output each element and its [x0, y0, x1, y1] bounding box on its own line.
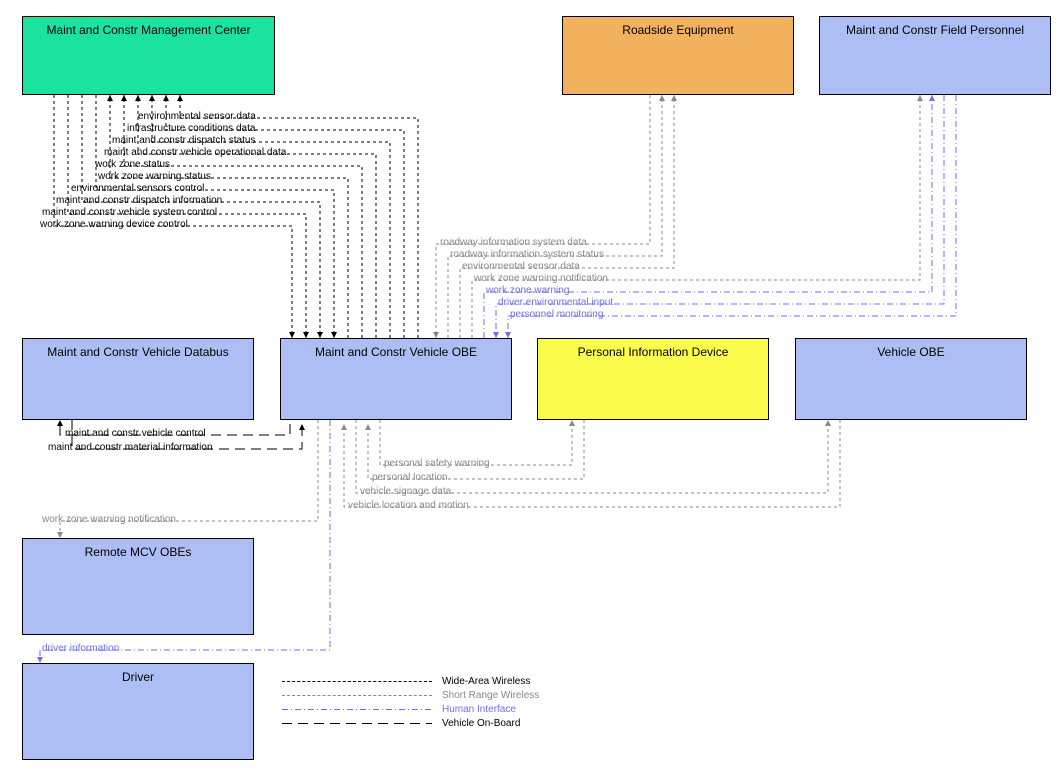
- legend-label: Wide-Area Wireless: [442, 676, 530, 687]
- flow-wz-warn-status: work zone warning status: [98, 172, 211, 182]
- box-remote-mcv[interactable]: Remote MCV OBEs: [22, 538, 254, 635]
- legend-short: Short Range Wireless: [282, 690, 539, 701]
- box-mcv-obe[interactable]: Maint and Constr Vehicle OBE: [280, 338, 512, 420]
- box-label: Maint and Constr Field Personnel: [846, 23, 1024, 37]
- legend-human: Human Interface: [282, 704, 516, 715]
- box-label: Remote MCV OBEs: [85, 545, 192, 559]
- flow-env-sensor-data2: environmental sensor data: [462, 262, 580, 272]
- flow-safety-warn: personal safety warning: [384, 459, 490, 469]
- flow-env-sensor-ctrl: environmental sensors control: [71, 184, 204, 194]
- box-vehicle-obe[interactable]: Vehicle OBE: [795, 338, 1027, 420]
- box-label: Maint and Constr Vehicle OBE: [315, 345, 477, 359]
- box-label: Maint and Constr Vehicle Databus: [47, 345, 228, 359]
- box-roadside[interactable]: Roadside Equipment: [562, 16, 794, 95]
- flow-dispatch-info: maint and constr dispatch information: [56, 196, 222, 206]
- flow-personnel-mon: personnel monitoring: [510, 310, 603, 320]
- flow-ris-data: roadway information system data: [440, 238, 587, 248]
- flow-veh-loc-motion: vehicle location and motion: [348, 501, 469, 511]
- flow-wz-status: work zone status: [95, 160, 170, 170]
- flow-veh-ctrl: maint and constr vehicle control: [65, 429, 206, 439]
- box-mgmt-center[interactable]: Maint and Constr Management Center: [22, 16, 275, 95]
- box-label: Personal Information Device: [578, 345, 729, 359]
- flow-material-info: maint and constr material information: [48, 443, 213, 453]
- flow-driver-info: driver information: [42, 644, 119, 654]
- flow-wz-warn-notif: work zone warning notification: [474, 274, 608, 284]
- legend-onboard: Vehicle On-Board: [282, 718, 520, 729]
- box-pid[interactable]: Personal Information Device: [537, 338, 769, 420]
- legend-wide: Wide-Area Wireless: [282, 676, 530, 687]
- flow-ris-status: roadway information system status: [450, 250, 604, 260]
- box-databus[interactable]: Maint and Constr Vehicle Databus: [22, 338, 254, 420]
- legend-label: Vehicle On-Board: [442, 718, 520, 729]
- flow-veh-op-data: maint and constr vehicle operational dat…: [104, 148, 286, 158]
- box-driver[interactable]: Driver: [22, 663, 254, 760]
- flow-veh-sys-ctrl: maint and constr vehicle system control: [42, 208, 217, 218]
- legend-label: Short Range Wireless: [442, 690, 539, 701]
- flow-driver-env-input: driver environmental input: [498, 298, 613, 308]
- box-label: Vehicle OBE: [877, 345, 944, 359]
- legend-label: Human Interface: [442, 704, 516, 715]
- flow-pers-loc: personal location: [372, 473, 448, 483]
- flow-wz-warn-dev-ctrl: work zone warning device control: [40, 220, 188, 230]
- flow-env-sensor-data: environmental sensor data: [138, 112, 256, 122]
- flow-infra-cond: infrastructure conditions data: [127, 124, 255, 134]
- box-field-personnel[interactable]: Maint and Constr Field Personnel: [819, 16, 1051, 95]
- box-label: Maint and Constr Management Center: [46, 23, 250, 37]
- flow-wz-warn-notif2: work zone warning notification: [42, 515, 176, 525]
- box-label: Driver: [122, 670, 154, 684]
- flow-wz-warning: work zone warning: [486, 286, 569, 296]
- box-label: Roadside Equipment: [622, 23, 733, 37]
- flow-dispatch-status: maint and constr dispatch status: [112, 136, 255, 146]
- flow-veh-signage: vehicle signage data: [360, 487, 451, 497]
